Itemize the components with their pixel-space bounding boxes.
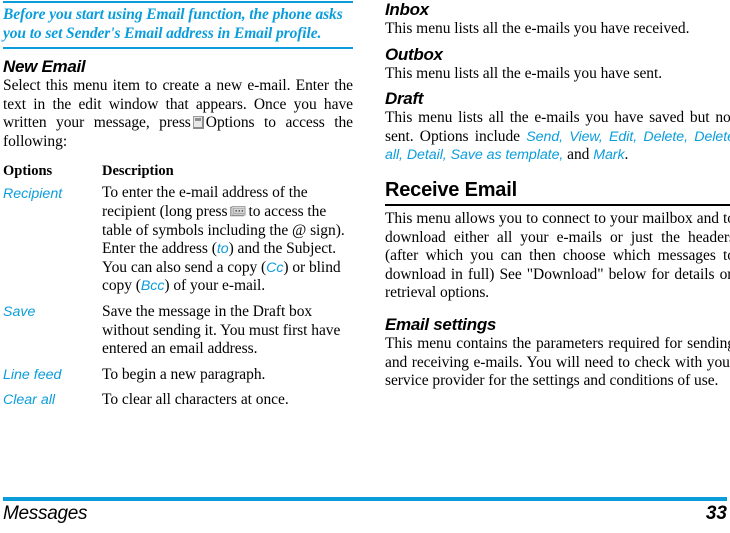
heading-inbox: Inbox: [385, 0, 429, 19]
footer-row: Messages 33: [3, 501, 727, 525]
heading-new-email: New Email: [3, 57, 86, 76]
page-footer: Messages 33: [3, 497, 727, 525]
option-desc-recipient: To enter the e-mail address of the recip…: [102, 184, 353, 296]
note-callout: Before you start using Email function, t…: [3, 1, 353, 49]
keyword-to: to: [216, 241, 229, 258]
softkey-options-icon: [192, 116, 204, 130]
table-row: Clear all To clear all characters at onc…: [3, 384, 353, 410]
note-text: Before you start using Email function, t…: [3, 6, 343, 42]
option-desc-line-feed: To begin a new paragraph.: [102, 365, 266, 383]
column-header-description: Description: [102, 163, 174, 180]
draft-body-part3: .: [624, 146, 629, 164]
heading-email-settings: Email settings: [385, 314, 497, 334]
footer-page-number: 33: [705, 503, 727, 524]
option-name-line-feed: Line feed: [3, 366, 62, 383]
recipient-line2-d: ) of your e-mail.: [164, 277, 266, 295]
recipient-line2-a: Enter the address (: [102, 240, 217, 258]
table-row: Line feed To begin a new paragraph.: [3, 359, 353, 385]
option-desc-clear-all: To clear all characters at once.: [102, 391, 289, 409]
keyword-cc: Cc: [266, 259, 284, 276]
options-table: Options Description Recipient To enter t…: [3, 163, 353, 410]
table-row: Recipient To enter the e-mail address of…: [3, 184, 353, 296]
draft-body: This menu lists all the e-mails you have…: [385, 109, 730, 165]
right-column: Inbox This menu lists all the e-mails yo…: [385, 0, 730, 391]
draft-option-mark: Mark: [593, 147, 625, 164]
star-key-icon: [229, 206, 245, 217]
option-name-save: Save: [3, 303, 36, 320]
heading-outbox: Outbox: [385, 44, 443, 64]
table-row: Save Save the message in the Draft box w…: [3, 296, 353, 359]
left-column: Before you start using Email function, t…: [3, 0, 353, 410]
manual-page: Before you start using Email function, t…: [0, 0, 730, 533]
option-name-clear-all: Clear all: [3, 392, 56, 409]
footer-section-title: Messages: [3, 503, 88, 524]
new-email-intro: Select this menu item to create a new e-…: [3, 77, 353, 151]
heading-draft: Draft: [385, 89, 424, 109]
option-name-recipient: Recipient: [3, 186, 63, 203]
receive-email-body: This menu allows you to connect to your …: [385, 209, 730, 302]
heading-receive-email: Receive Email: [385, 179, 730, 206]
column-header-options: Options: [3, 163, 53, 180]
outbox-body: This menu lists all the e-mails you have…: [385, 64, 663, 82]
draft-body-part2: and: [567, 146, 590, 164]
table-header-row: Options Description: [3, 163, 353, 184]
recipient-desc-line2: Enter the address (to) and the Subject. …: [102, 240, 341, 294]
option-desc-save: Save the message in the Draft box withou…: [102, 302, 341, 358]
email-settings-body: This menu contains the parameters requir…: [385, 334, 730, 390]
keyword-bcc: Bcc: [140, 278, 165, 295]
inbox-body: This menu lists all the e-mails you have…: [385, 20, 690, 37]
